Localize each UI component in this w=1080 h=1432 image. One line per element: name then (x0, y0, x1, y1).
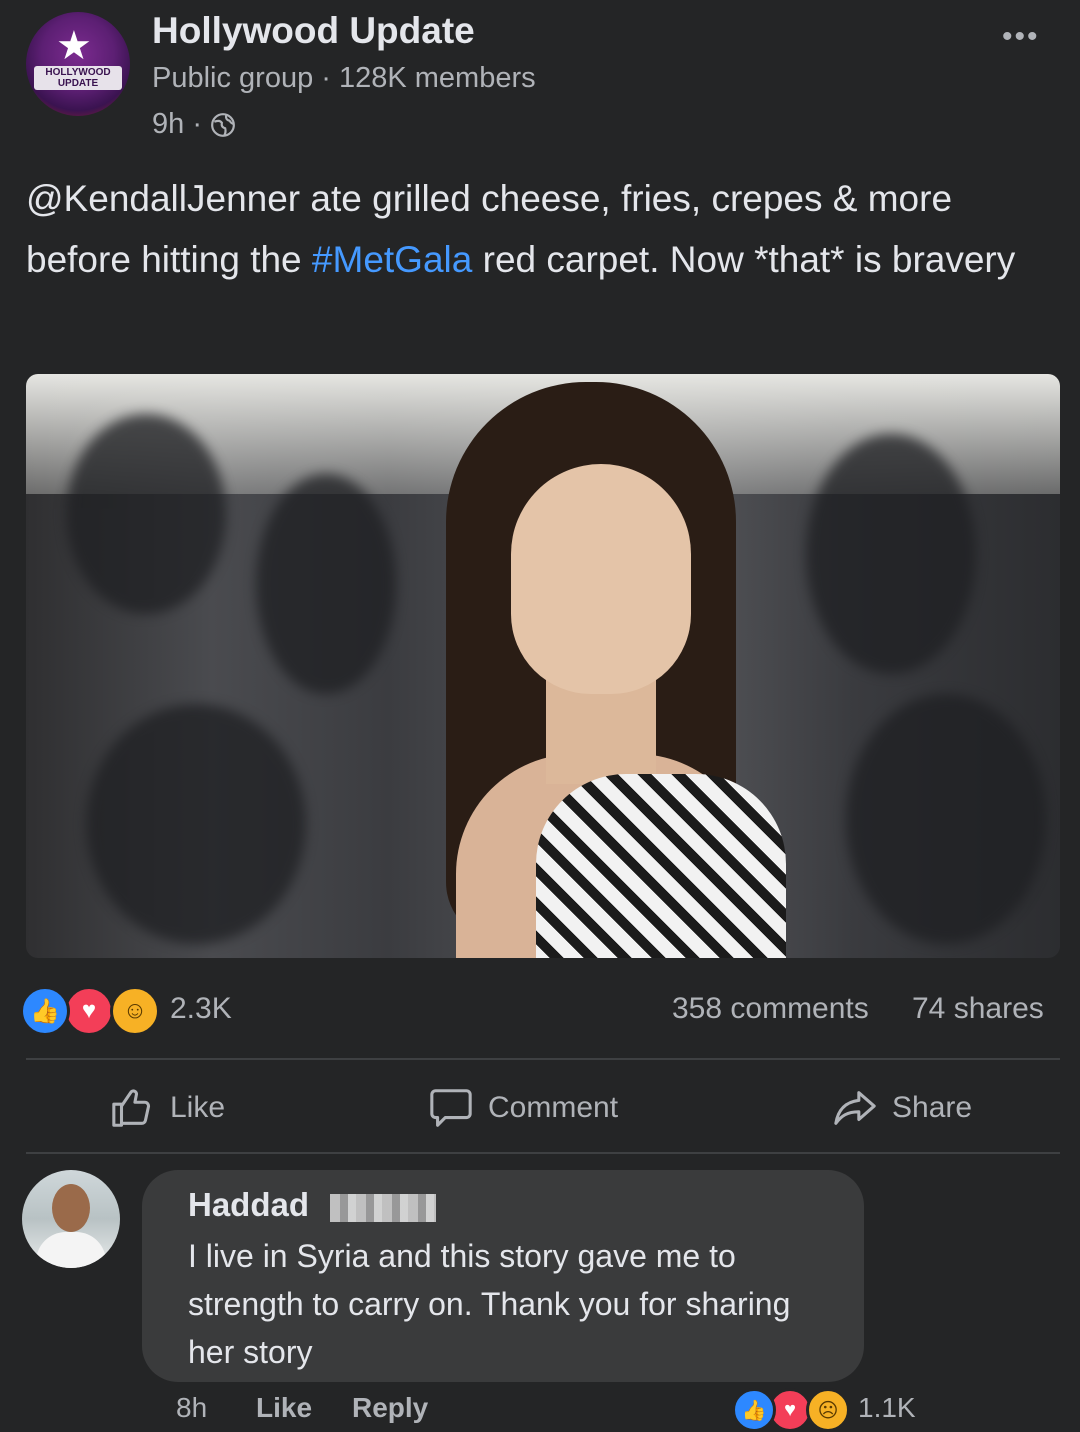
haha-icon: ☺ (110, 986, 160, 1036)
post-text-tail: red carpet. Now *that* is bravery (472, 239, 1016, 280)
globe-icon (211, 112, 235, 137)
more-options-icon[interactable]: ••• (1002, 20, 1040, 54)
thumbs-up-icon (112, 1089, 151, 1127)
redacted-name-blur (330, 1194, 436, 1222)
avatar-head (52, 1184, 90, 1232)
avatar-body (36, 1232, 106, 1268)
divider (26, 1152, 1060, 1154)
commenter-avatar[interactable] (22, 1170, 120, 1268)
comment-text: I live in Syria and this story gave me t… (188, 1238, 791, 1370)
photo-subject-face (511, 464, 691, 694)
post-text: @KendallJenner ate grilled cheese, fries… (26, 168, 1056, 290)
post-time-row: 9h · (152, 108, 236, 141)
group-name[interactable]: Hollywood Update (152, 10, 475, 52)
share-button[interactable]: Share (832, 1082, 972, 1134)
post-photo[interactable] (26, 374, 1060, 958)
comment-icon (430, 1089, 472, 1127)
group-meta: Public group · 128K members (152, 62, 536, 94)
like-label: Like (170, 1091, 226, 1124)
photo-blur-shape (806, 434, 976, 674)
commenter-name[interactable]: Haddad (188, 1186, 309, 1224)
photo-blur-shape (86, 704, 306, 944)
shares-count[interactable]: 74 shares (912, 992, 1044, 1026)
hashtag-link[interactable]: #MetGala (312, 239, 472, 280)
like-button[interactable]: Like (110, 1082, 225, 1134)
photo-subject-dress (536, 774, 786, 958)
photo-blur-shape (846, 694, 1046, 944)
comment-label: Comment (488, 1091, 619, 1124)
comment-reply-button[interactable]: Reply (352, 1392, 428, 1424)
share-arrow-icon (834, 1091, 876, 1125)
group-logo-text: HOLLYWOOD UPDATE (34, 66, 122, 90)
like-icon: 👍 (20, 986, 70, 1036)
like-icon: 👍 (732, 1388, 776, 1432)
love-icon: ♥ (64, 986, 114, 1036)
comment-button[interactable]: Comment (428, 1082, 618, 1134)
photo-blur-shape (256, 474, 396, 694)
comment-like-button[interactable]: Like (256, 1392, 312, 1424)
group-avatar[interactable]: ★ HOLLYWOOD UPDATE (26, 12, 130, 116)
share-label: Share (892, 1091, 973, 1124)
post-time[interactable]: 9h · (152, 108, 202, 141)
divider (26, 1058, 1060, 1060)
reaction-count[interactable]: 2.3K (170, 992, 232, 1026)
comment-time[interactable]: 8h (176, 1392, 207, 1424)
comments-count[interactable]: 358 comments (672, 992, 869, 1026)
comment-reaction-count[interactable]: 1.1K (858, 1392, 916, 1424)
sad-icon: ☹ (806, 1388, 850, 1432)
photo-blur-shape (66, 414, 226, 614)
star-icon: ★ (56, 24, 92, 68)
